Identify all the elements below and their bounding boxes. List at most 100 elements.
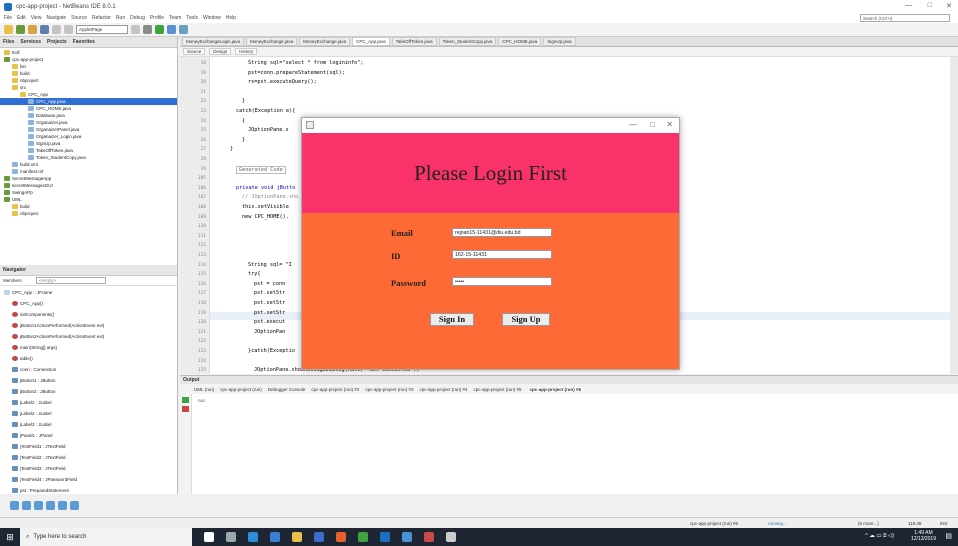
tree-item[interactable]: src (0, 84, 177, 91)
editor-tab[interactable]: MoneyExchange.java (246, 37, 298, 46)
filter-inherited-icon[interactable] (46, 501, 55, 510)
mail-icon[interactable] (314, 532, 324, 542)
tree-item[interactable]: CPC_App (0, 91, 177, 98)
output-tab[interactable]: cpc-app-project (run) #2 (311, 387, 359, 392)
status-more[interactable]: (6 more...) (858, 521, 879, 526)
navigator-item[interactable]: table() (0, 353, 177, 364)
editor-tab[interactable]: MoneyExchangeLogin.java (182, 37, 245, 46)
menu-navigate[interactable]: Navigate (46, 15, 66, 21)
navigator-item[interactable]: CPC_App :: JFrame (0, 287, 177, 298)
tree-item[interactable]: Organaizer_Login.java (0, 133, 177, 140)
menu-window[interactable]: Window (203, 15, 221, 21)
stop-icon[interactable] (182, 406, 189, 412)
output-tab[interactable]: cpc-app-project (run) #4 (419, 387, 467, 392)
netbeans-taskbar-icon[interactable] (380, 532, 390, 542)
menu-view[interactable]: View (31, 15, 42, 21)
navigator-item[interactable]: conn : Connection (0, 364, 177, 375)
minimize-button[interactable]: — (905, 2, 912, 9)
new-project-icon[interactable] (4, 25, 13, 34)
tree-item[interactable]: SecretMessageApp (0, 175, 177, 182)
cortana-icon[interactable] (204, 532, 214, 542)
filter-fields-icon[interactable] (10, 501, 19, 510)
menu-run[interactable]: Run (116, 15, 125, 21)
navigator-item[interactable]: jTextField4 : JPasswordField (0, 474, 177, 485)
email-field[interactable]: rejoan15-11431@diu.edu.bd (452, 228, 552, 237)
dialog-minimize-button[interactable]: — (629, 120, 637, 129)
tree-item[interactable]: Organaizer.java (0, 119, 177, 126)
editor-tab[interactable]: CPC_App.java (352, 37, 390, 46)
dialog-close-button[interactable]: ✕ (666, 120, 673, 129)
navigator-item[interactable]: jTextField3 : JTextField (0, 463, 177, 474)
filter-static-icon[interactable] (22, 501, 31, 510)
menu-tools[interactable]: Tools (186, 15, 198, 21)
editor-tab[interactable]: CPC_HOME.java (498, 37, 542, 46)
design-view-button[interactable]: Design (209, 48, 232, 55)
navigator-item[interactable]: jButton2 : JButton (0, 386, 177, 397)
tree-item[interactable]: manifest.mf (0, 168, 177, 175)
profile-icon[interactable] (179, 25, 188, 34)
editor-tab[interactable]: TakeOffToken.java (391, 37, 437, 46)
edge-icon[interactable] (248, 532, 258, 542)
tree-item[interactable]: SwingAPp (0, 189, 177, 196)
output-console[interactable]: run: (180, 394, 958, 494)
open-project-icon[interactable] (28, 25, 37, 34)
taskbar-search[interactable]: ⌕ Type here to search (20, 528, 192, 546)
tree-item[interactable]: nbproject (0, 77, 177, 84)
taskbar-clock[interactable]: 1:49 AM 12/13/2019 (911, 530, 936, 542)
sign-in-button[interactable]: Sign In (430, 313, 474, 326)
output-tab[interactable]: Debugger Console (268, 387, 306, 392)
menu-debug[interactable]: Debug (130, 15, 145, 21)
store-icon[interactable] (270, 532, 280, 542)
config-select[interactable]: AppletPage (76, 25, 128, 34)
menu-team[interactable]: Team (169, 15, 181, 21)
tab-projects[interactable]: Projects (47, 39, 67, 45)
new-file-icon[interactable] (16, 25, 25, 34)
clean-build-icon[interactable] (143, 25, 152, 34)
tree-item[interactable]: CPC_HOME.java (0, 105, 177, 112)
tab-files[interactable]: Files (3, 39, 14, 45)
sort-source-icon[interactable] (70, 501, 79, 510)
tree-item[interactable]: build.xml (0, 161, 177, 168)
close-button[interactable]: ✕ (946, 2, 952, 10)
id-field[interactable]: 162-15-11431 (452, 250, 552, 259)
output-tab[interactable]: cpc-app-project (run) #5 (473, 387, 521, 392)
output-tab[interactable]: cpc-app-project (run) #6 (527, 386, 584, 392)
menu-profile[interactable]: Profile (150, 15, 164, 21)
members-filter-select[interactable]: <empty> (35, 277, 106, 284)
tree-item[interactable]: build (0, 70, 177, 77)
tree-item[interactable]: secretMessagesGUI (0, 182, 177, 189)
tab-favorites[interactable]: Favorites (73, 39, 95, 45)
navigator-item[interactable]: jLabel2 : JLabel (0, 397, 177, 408)
navigator-item[interactable]: jButton1 : JButton (0, 375, 177, 386)
editor-scrollbar[interactable] (950, 57, 958, 374)
sign-up-button[interactable]: Sign Up (502, 313, 550, 326)
redo-icon[interactable] (64, 25, 73, 34)
tree-item[interactable]: UML (0, 196, 177, 203)
history-view-button[interactable]: History (235, 48, 258, 55)
run-icon[interactable] (155, 25, 164, 34)
undo-icon[interactable] (52, 25, 61, 34)
tree-item[interactable]: TakeOffToken.java (0, 147, 177, 154)
navigator-item[interactable]: CPC_App() (0, 298, 177, 309)
save-all-icon[interactable] (40, 25, 49, 34)
search-input[interactable]: Search (Ctrl+I) (860, 14, 950, 22)
output-tab[interactable]: cpc-app-project (run) (220, 387, 262, 392)
menu-edit[interactable]: Edit (17, 15, 26, 21)
tree-item[interactable]: Database.java (0, 112, 177, 119)
tree-item[interactable]: nbproject (0, 210, 177, 217)
navigator-item[interactable]: jButton1ActionPerformed(ActionEvent evt) (0, 320, 177, 331)
notifications-icon[interactable]: ▤ (945, 532, 952, 540)
editor-tab[interactable]: MoneyExchange.java (299, 37, 351, 46)
chrome-icon[interactable] (358, 532, 368, 542)
java-app-icon[interactable] (446, 532, 456, 542)
tree-item[interactable]: CPC_App.java (0, 98, 177, 105)
tree-item[interactable]: cpc-app-project (0, 56, 177, 63)
menu-refactor[interactable]: Refactor (92, 15, 111, 21)
tab-services[interactable]: Services (20, 39, 41, 45)
navigator-item[interactable]: jPanel1 : JPanel (0, 430, 177, 441)
sort-name-icon[interactable] (58, 501, 67, 510)
debug-icon[interactable] (167, 25, 176, 34)
editor-tab[interactable]: Token_StudentCopy.java (438, 37, 497, 46)
password-field[interactable]: ••••• (452, 277, 552, 286)
maximize-button[interactable]: □ (928, 2, 932, 9)
